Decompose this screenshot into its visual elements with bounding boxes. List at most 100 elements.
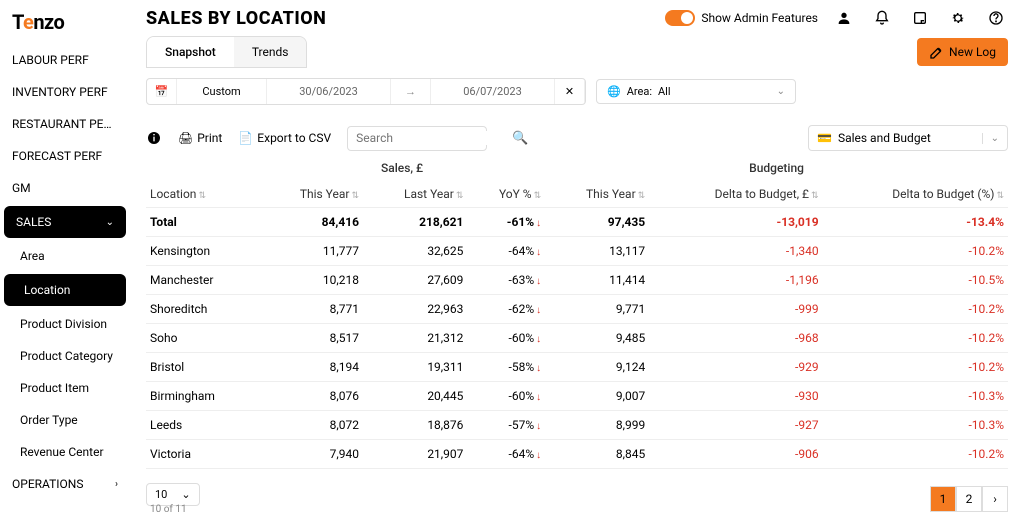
- cell: 84,416: [259, 208, 363, 237]
- nav-sub-item[interactable]: Product Category: [0, 340, 130, 372]
- cell: -13,019: [649, 208, 822, 237]
- chevron-down-icon: ⌄: [777, 86, 785, 97]
- chevron-down-icon: ⌄: [181, 488, 190, 501]
- cell: Manchester: [146, 266, 259, 295]
- cell: -64%↓: [467, 440, 545, 469]
- cell: 10,218: [259, 266, 363, 295]
- cell: Kensington: [146, 237, 259, 266]
- table-row: Bristol8,19419,311-58%↓9,124-929-10.2%: [146, 353, 1008, 382]
- nav-sales[interactable]: SALES⌄: [4, 206, 126, 238]
- cell: -927: [649, 411, 822, 440]
- cell: 97,435: [545, 208, 649, 237]
- column-header[interactable]: This Year⇅: [545, 181, 649, 208]
- cell: -1,196: [649, 266, 822, 295]
- info-icon[interactable]: [146, 130, 162, 146]
- cell: 21,907: [363, 440, 467, 469]
- nav-item[interactable]: GM: [0, 172, 130, 204]
- cell: 8,076: [259, 382, 363, 411]
- cell: -10.2%: [823, 353, 1008, 382]
- cell: Birmingham: [146, 382, 259, 411]
- cell: 8,845: [545, 440, 649, 469]
- cell: -10.4%: [823, 469, 1008, 478]
- page-button[interactable]: 1: [930, 486, 956, 512]
- cell: Soho: [146, 324, 259, 353]
- cell: Total: [146, 208, 259, 237]
- main: SALES BY LOCATION Show Admin Features Sn…: [130, 0, 1024, 521]
- cell: 8,072: [259, 411, 363, 440]
- print-icon: 🖨: [178, 131, 193, 145]
- cell: -60%↓: [467, 382, 545, 411]
- page-button[interactable]: 2: [956, 486, 982, 512]
- column-header[interactable]: Last Year⇅: [363, 181, 467, 208]
- cell: 18,876: [363, 411, 467, 440]
- chevron-right-icon: ›: [115, 479, 118, 490]
- cell: -930: [649, 382, 822, 411]
- cell: -968: [649, 324, 822, 353]
- globe-icon: 🌐: [607, 85, 621, 98]
- cell: 32,625: [363, 237, 467, 266]
- admin-toggle[interactable]: Show Admin Features: [665, 10, 818, 26]
- user-icon[interactable]: [832, 6, 856, 30]
- note-icon[interactable]: [908, 6, 932, 30]
- print-button[interactable]: 🖨Print: [178, 131, 222, 145]
- cell: 11,777: [259, 237, 363, 266]
- next-page-button[interactable]: ›: [982, 486, 1008, 512]
- cell: 218,621: [363, 208, 467, 237]
- bell-icon[interactable]: [870, 6, 894, 30]
- column-header[interactable]: YoY %⇅: [467, 181, 545, 208]
- cell: 21,312: [363, 324, 467, 353]
- export-csv-button[interactable]: 📄Export to CSV: [238, 131, 331, 145]
- nav-sub-item[interactable]: Order Type: [0, 404, 130, 436]
- clear-date-icon[interactable]: ✕: [555, 79, 585, 104]
- chevron-down-icon: ⌄: [106, 217, 114, 228]
- table-row: Leeds8,07218,876-57%↓8,999-927-10.3%: [146, 411, 1008, 440]
- area-filter[interactable]: 🌐 Area: All ⌄: [596, 79, 796, 104]
- gear-icon[interactable]: [946, 6, 970, 30]
- cell: -58%↓: [467, 353, 545, 382]
- help-icon[interactable]: [984, 6, 1008, 30]
- nav-item[interactable]: LABOUR PERF: [0, 44, 130, 76]
- nav-item[interactable]: FORECAST PERF: [0, 140, 130, 172]
- nav-sub-item[interactable]: Product Division: [0, 308, 130, 340]
- cell: -60%↓: [467, 324, 545, 353]
- column-header[interactable]: Delta to Budget (%)⇅: [823, 181, 1008, 208]
- date-range-picker[interactable]: 📅 Custom 30/06/2023 → 06/07/2023 ✕: [146, 78, 586, 105]
- cell: -57%↓: [467, 411, 545, 440]
- cell: -1,340: [649, 237, 822, 266]
- cell: 19,311: [363, 353, 467, 382]
- cell: -906: [649, 440, 822, 469]
- nav-operations[interactable]: OPERATIONS›: [0, 468, 130, 500]
- nav-sub-item[interactable]: Area: [0, 240, 130, 272]
- search-field[interactable]: [356, 131, 512, 145]
- cell: -10.3%: [823, 411, 1008, 440]
- cell: -10.2%: [823, 237, 1008, 266]
- cell: Victoria: [146, 440, 259, 469]
- cell: 8,194: [259, 353, 363, 382]
- nav-sub-item[interactable]: Product Item: [0, 372, 130, 404]
- logo: Tenzo: [0, 8, 130, 44]
- page-size-select[interactable]: 10⌄: [146, 483, 200, 506]
- search-input[interactable]: 🔍: [347, 126, 487, 151]
- column-header[interactable]: Delta to Budget, £⇅: [649, 181, 822, 208]
- cell: -929: [649, 353, 822, 382]
- column-header[interactable]: This Year⇅: [259, 181, 363, 208]
- data-table: Sales, £ Budgeting Location⇅This Year⇅La…: [130, 161, 1024, 477]
- cell: -64%↓: [467, 237, 545, 266]
- pagination: 12›: [930, 486, 1008, 512]
- budget-dropdown[interactable]: 💳 Sales and Budget ⌄: [808, 125, 1008, 151]
- nav-item[interactable]: INVENTORY PERF: [0, 76, 130, 108]
- cell: -63%↓: [467, 469, 545, 478]
- table-row: Manchester10,21827,609-63%↓11,414-1,196-…: [146, 266, 1008, 295]
- cell: -61%↓: [467, 208, 545, 237]
- tab[interactable]: Trends: [234, 37, 307, 67]
- toggle-switch-icon: [665, 10, 695, 26]
- cell: 13,117: [545, 237, 649, 266]
- cell: Leeds: [146, 411, 259, 440]
- nav-sub-item[interactable]: Revenue Center: [0, 436, 130, 468]
- column-header[interactable]: Location⇅: [146, 181, 259, 208]
- nav-sub-item[interactable]: Location: [4, 274, 126, 306]
- nav-item[interactable]: RESTAURANT PER...: [0, 108, 130, 140]
- tab[interactable]: Snapshot: [147, 37, 234, 67]
- cell: 7,680: [545, 469, 649, 478]
- new-log-button[interactable]: New Log: [917, 38, 1008, 66]
